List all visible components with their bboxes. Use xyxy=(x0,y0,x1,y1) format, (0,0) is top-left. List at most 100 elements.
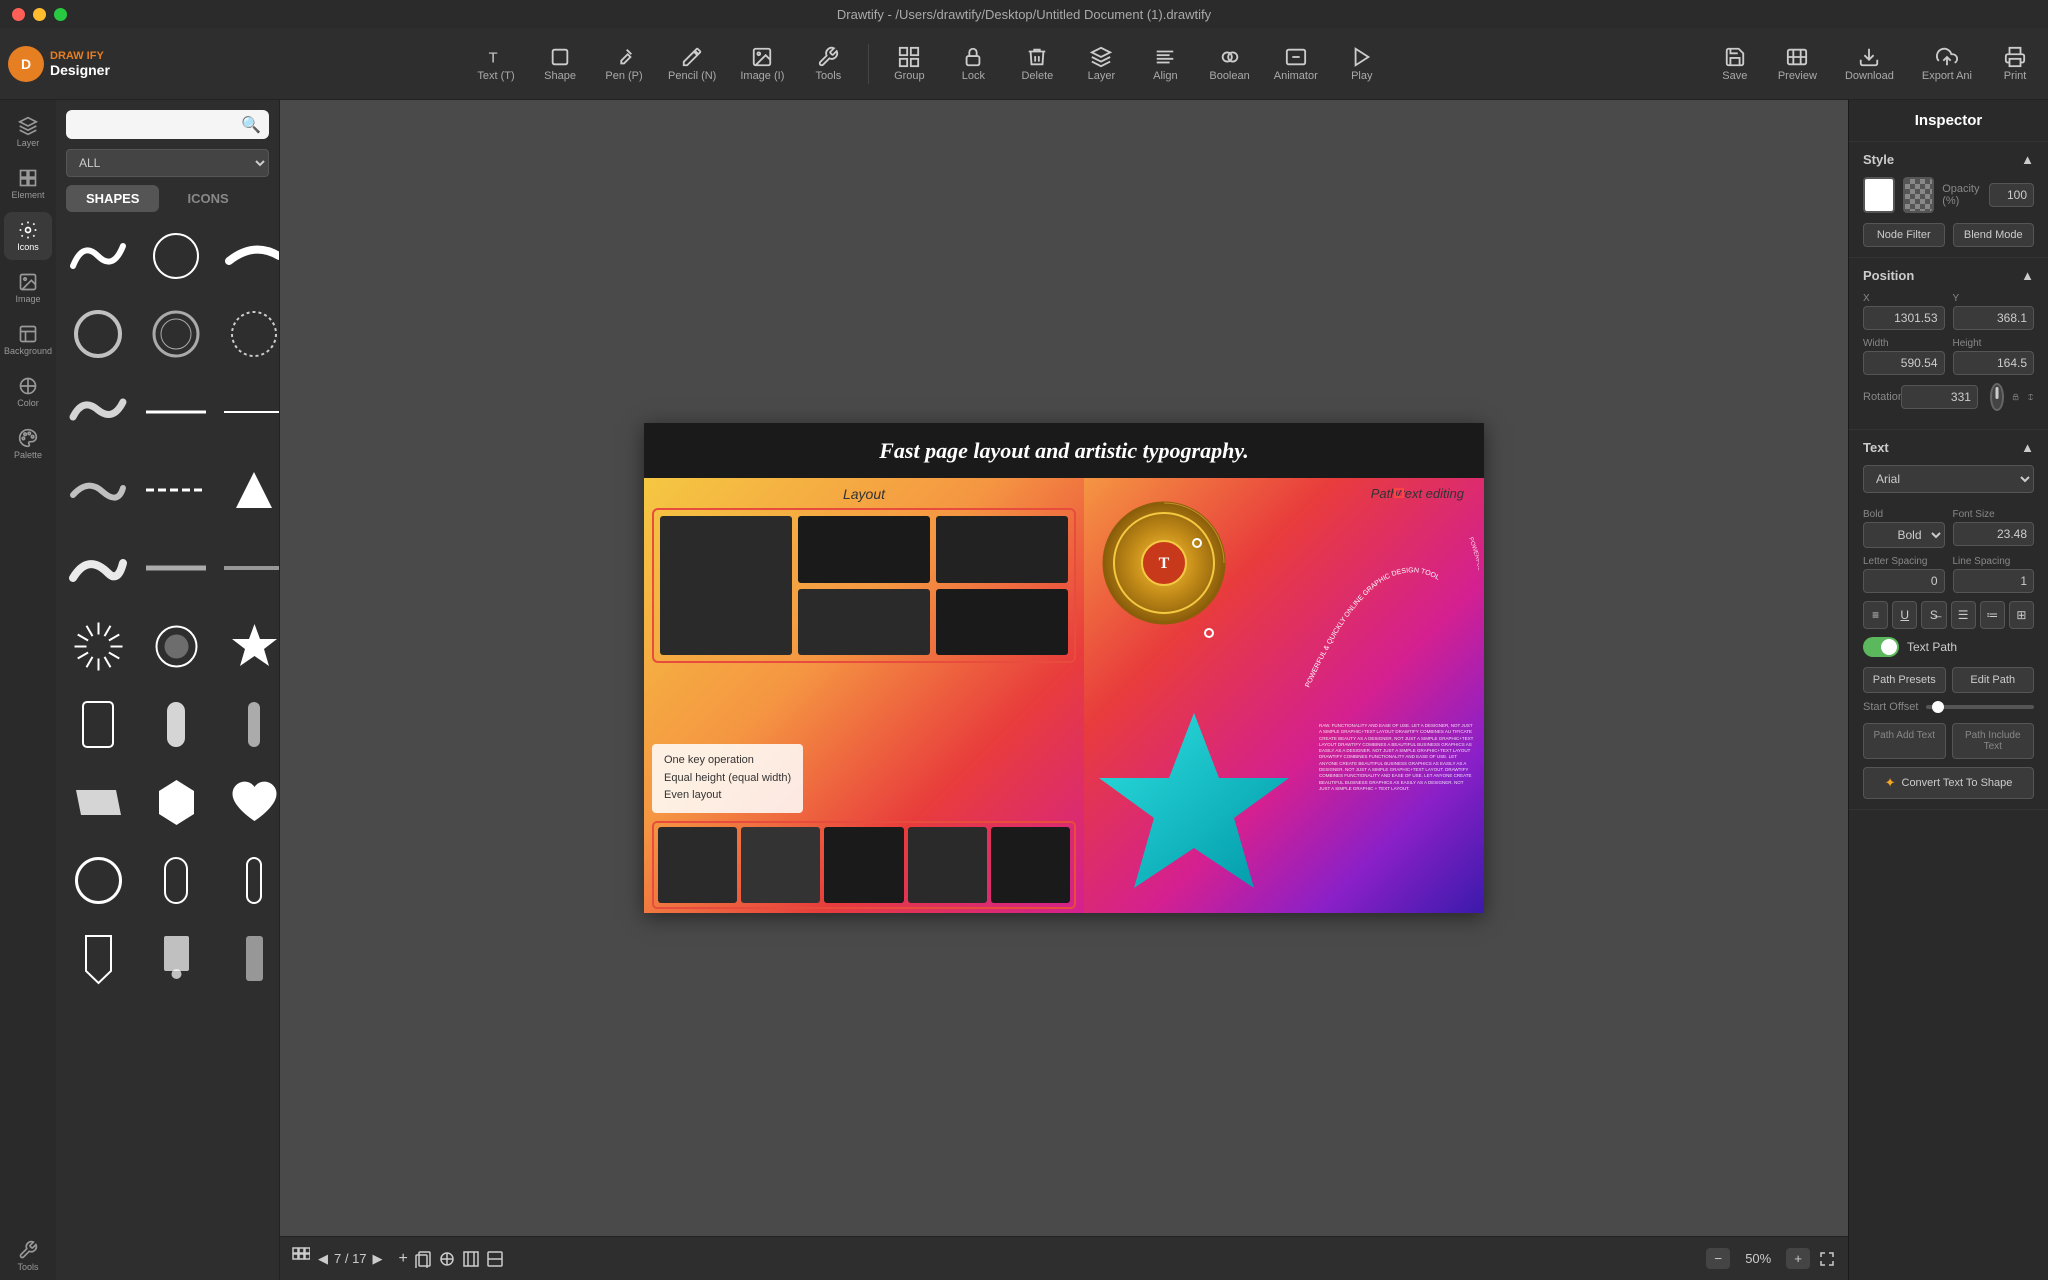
x-input[interactable] xyxy=(1863,306,1945,330)
tool-pen[interactable]: Pen (P) xyxy=(594,40,654,88)
filter-select[interactable]: ALL xyxy=(66,149,269,177)
list-ordered-btn[interactable]: ≔ xyxy=(1980,601,2005,629)
shape-item[interactable] xyxy=(140,844,212,916)
action-boolean[interactable]: Boolean xyxy=(1199,40,1259,88)
rotation-dial[interactable] xyxy=(1990,383,2004,411)
sidebar-item-image[interactable]: Image xyxy=(4,264,52,312)
tool-pencil[interactable]: Pencil (N) xyxy=(658,40,726,88)
shape-item[interactable] xyxy=(140,376,212,448)
shape-item[interactable] xyxy=(140,610,212,682)
shape-item[interactable] xyxy=(140,454,212,526)
btn-export[interactable]: Export Ani xyxy=(1912,40,1982,88)
shape-item[interactable] xyxy=(62,220,134,292)
tool-tools[interactable]: Tools xyxy=(798,40,858,88)
strikethrough-btn[interactable]: S̶ xyxy=(1921,601,1946,629)
shape-item[interactable] xyxy=(218,922,279,994)
window-controls[interactable] xyxy=(12,8,67,21)
action-animator[interactable]: Animator xyxy=(1264,40,1328,88)
shape-item[interactable] xyxy=(140,532,212,604)
sidebar-item-tools[interactable]: Tools xyxy=(4,1232,52,1280)
path-add-text-btn[interactable]: Path Add Text xyxy=(1863,723,1946,759)
pattern-swatch[interactable] xyxy=(1903,177,1935,213)
move-page-btn[interactable] xyxy=(438,1250,456,1268)
shape-item[interactable] xyxy=(62,376,134,448)
font-size-input[interactable] xyxy=(1953,522,2035,546)
grid-toggle-btn[interactable] xyxy=(486,1250,504,1268)
shape-item[interactable] xyxy=(62,766,134,838)
position-section-header[interactable]: Position ▲ xyxy=(1863,268,2034,283)
rotation-input[interactable] xyxy=(1901,385,1978,409)
sidebar-item-layer[interactable]: Layer xyxy=(4,108,52,156)
shape-item[interactable] xyxy=(140,298,212,370)
tool-text[interactable]: T Text (T) xyxy=(466,40,526,88)
y-input[interactable] xyxy=(1953,306,2035,330)
shape-item[interactable] xyxy=(62,454,134,526)
shape-item[interactable] xyxy=(62,688,134,760)
action-layer[interactable]: Layer xyxy=(1071,40,1131,88)
shape-item[interactable] xyxy=(218,220,279,292)
aspect-lock-btn[interactable] xyxy=(2012,388,2019,406)
shape-item[interactable] xyxy=(62,298,134,370)
tab-shapes[interactable]: SHAPES xyxy=(66,185,159,212)
path-presets-btn[interactable]: Path Presets xyxy=(1863,667,1946,693)
table-btn[interactable]: ⊞ xyxy=(2009,601,2034,629)
shape-item[interactable] xyxy=(218,298,279,370)
letter-spacing-input[interactable] xyxy=(1863,569,1945,593)
btn-print[interactable]: Print xyxy=(1990,40,2040,88)
offset-slider[interactable] xyxy=(1926,705,2034,709)
flip-btn[interactable] xyxy=(2027,388,2034,406)
fit-zoom-btn[interactable] xyxy=(1818,1250,1836,1268)
height-input[interactable] xyxy=(1953,351,2035,375)
shape-item[interactable] xyxy=(140,922,212,994)
control-handle-3[interactable] xyxy=(1192,538,1202,548)
shape-item[interactable] xyxy=(62,532,134,604)
btn-save[interactable]: Save xyxy=(1710,40,1760,88)
edit-path-btn[interactable]: Edit Path xyxy=(1952,667,2035,693)
convert-text-btn[interactable]: ✦ Convert Text To Shape xyxy=(1863,767,2034,799)
next-page-btn[interactable]: ▶ xyxy=(373,1251,383,1267)
sidebar-item-palette[interactable]: Palette xyxy=(4,420,52,468)
bold-select[interactable]: Bold xyxy=(1863,522,1945,548)
zoom-in-btn[interactable]: + xyxy=(1786,1248,1810,1269)
sidebar-item-background[interactable]: Background xyxy=(4,316,52,364)
blend-mode-btn[interactable]: Blend Mode xyxy=(1953,223,2035,247)
sidebar-item-color[interactable]: Color xyxy=(4,368,52,416)
width-input[interactable] xyxy=(1863,351,1945,375)
shape-item[interactable] xyxy=(218,454,279,526)
search-input[interactable] xyxy=(66,110,269,139)
close-button[interactable] xyxy=(12,8,25,21)
control-handle-2[interactable] xyxy=(1204,628,1214,638)
text-path-toggle[interactable] xyxy=(1863,637,1899,657)
maximize-button[interactable] xyxy=(54,8,67,21)
zoom-out-btn[interactable]: − xyxy=(1706,1248,1730,1269)
minimize-button[interactable] xyxy=(33,8,46,21)
sidebar-item-element[interactable]: Element xyxy=(4,160,52,208)
copy-page-btn[interactable] xyxy=(414,1250,432,1268)
sidebar-item-icons[interactable]: Icons xyxy=(4,212,52,260)
text-section-header[interactable]: Text ▲ xyxy=(1863,440,2034,455)
shape-item[interactable] xyxy=(218,766,279,838)
path-include-text-btn[interactable]: Path Include Text xyxy=(1952,723,2035,759)
action-delete[interactable]: Delete xyxy=(1007,40,1067,88)
shape-item[interactable] xyxy=(218,376,279,448)
shape-item[interactable] xyxy=(62,844,134,916)
style-section-header[interactable]: Style ▲ xyxy=(1863,152,2034,167)
font-selector[interactable]: Arial xyxy=(1863,465,2034,493)
action-group[interactable]: Group xyxy=(879,40,939,88)
fill-swatch[interactable] xyxy=(1863,177,1895,213)
shape-item[interactable] xyxy=(140,766,212,838)
shape-item[interactable] xyxy=(218,610,279,682)
underline-btn[interactable]: U xyxy=(1892,601,1917,629)
action-play[interactable]: Play xyxy=(1332,40,1392,88)
align-left-btn[interactable]: ≡ xyxy=(1863,601,1888,629)
btn-preview[interactable]: Preview xyxy=(1768,40,1827,88)
action-lock[interactable]: Lock xyxy=(943,40,1003,88)
btn-download[interactable]: Download xyxy=(1835,40,1904,88)
shape-item[interactable] xyxy=(218,532,279,604)
opacity-input[interactable] xyxy=(1989,183,2034,207)
shape-item[interactable] xyxy=(62,922,134,994)
shape-item[interactable] xyxy=(140,688,212,760)
shape-item[interactable] xyxy=(218,844,279,916)
shape-item[interactable] xyxy=(140,220,212,292)
add-page-btn[interactable]: + xyxy=(399,1250,408,1268)
